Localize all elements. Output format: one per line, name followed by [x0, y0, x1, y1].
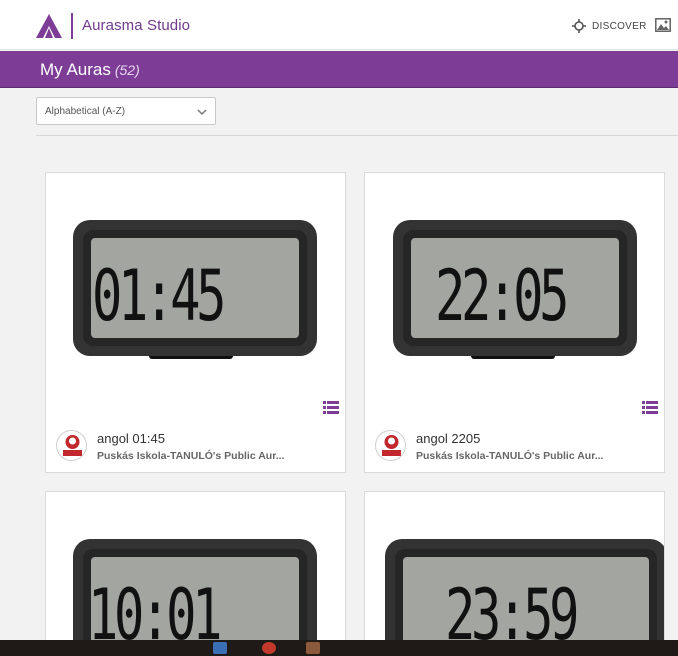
- school-logo-icon: [382, 435, 401, 456]
- sort-selected-value: Alphabetical (A-Z): [45, 106, 126, 117]
- taskbar-app-icon[interactable]: [213, 642, 227, 654]
- avatar[interactable]: [56, 430, 87, 461]
- os-taskbar: [0, 640, 678, 656]
- avatar[interactable]: [375, 430, 406, 461]
- top-header: Aurasma Studio DISCOVER: [0, 0, 678, 50]
- aura-card[interactable]: 10:01: [45, 491, 346, 640]
- brand-name[interactable]: Aurasma Studio: [82, 17, 190, 34]
- aura-name[interactable]: angol 2205: [416, 431, 480, 446]
- discover-link[interactable]: DISCOVER: [572, 18, 647, 34]
- logo-divider: [71, 13, 73, 39]
- crosshair-icon: [572, 19, 586, 33]
- aura-card[interactable]: 22:05 angol 2205 Puskás Iskola-TANULÓ's …: [364, 172, 665, 473]
- aura-owner: Puskás Iskola-TANULÓ's Public Aur...: [416, 450, 604, 462]
- aura-name[interactable]: angol 01:45: [97, 431, 165, 446]
- discover-label: DISCOVER: [592, 20, 647, 32]
- image-icon: [655, 18, 671, 32]
- aura-owner: Puskás Iskola-TANULÓ's Public Aur...: [97, 450, 285, 462]
- aurasma-logo-icon[interactable]: [36, 14, 62, 38]
- aura-meta: angol 2205 Puskás Iskola-TANULÓ's Public…: [365, 427, 664, 472]
- page-title-text: My Auras: [40, 60, 111, 79]
- aura-card[interactable]: 23:59: [364, 491, 665, 640]
- image-library-link[interactable]: [655, 18, 678, 34]
- clock-time: 10:01: [88, 574, 222, 640]
- list-menu-icon[interactable]: [642, 401, 658, 414]
- chevron-down-icon: [197, 109, 207, 116]
- school-logo-icon: [63, 435, 82, 456]
- aura-thumbnail[interactable]: 01:45: [46, 173, 345, 406]
- clock-time: 22:05: [435, 255, 569, 337]
- aura-thumbnail[interactable]: 10:01: [46, 492, 345, 640]
- page-title-bar: My Auras (52): [0, 51, 678, 88]
- taskbar-app-icon[interactable]: [262, 642, 276, 654]
- list-menu-icon[interactable]: [323, 401, 339, 414]
- sort-dropdown[interactable]: Alphabetical (A-Z): [36, 97, 216, 125]
- divider: [36, 135, 678, 136]
- aura-card[interactable]: 01:45 angol 01:45 Puskás Iskola-TANULÓ's…: [45, 172, 346, 473]
- aura-count: (52): [114, 62, 140, 78]
- clock-time: 23:59: [445, 574, 579, 640]
- taskbar-app-icon[interactable]: [306, 642, 320, 654]
- clock-time: 01:45: [92, 255, 226, 337]
- aura-meta: angol 01:45 Puskás Iskola-TANULÓ's Publi…: [46, 427, 345, 472]
- page-title: My Auras (52): [40, 60, 140, 80]
- aura-thumbnail[interactable]: 23:59: [365, 492, 664, 640]
- aura-thumbnail[interactable]: 22:05: [365, 173, 664, 406]
